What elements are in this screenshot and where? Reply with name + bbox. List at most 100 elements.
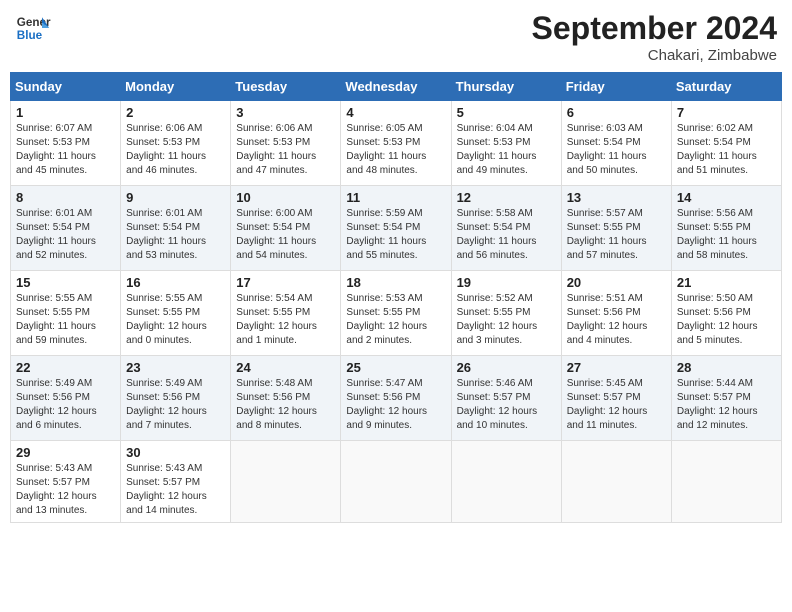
day-info: Sunrise: 5:55 AM Sunset: 5:55 PM Dayligh… bbox=[126, 292, 225, 348]
logo: General Blue bbox=[15, 10, 51, 46]
day-info: Sunrise: 6:03 AM Sunset: 5:54 PM Dayligh… bbox=[567, 122, 666, 178]
day-number: 22 bbox=[16, 360, 115, 375]
calendar-cell: 1Sunrise: 6:07 AM Sunset: 5:53 PM Daylig… bbox=[11, 101, 121, 186]
day-number: 17 bbox=[236, 275, 335, 290]
day-info: Sunrise: 5:58 AM Sunset: 5:54 PM Dayligh… bbox=[457, 207, 556, 263]
calendar-cell: 7 Sunrise: 6:02 AM Sunset: 5:54 PM Daylig… bbox=[671, 101, 781, 186]
weekday-header-thursday: Thursday bbox=[451, 73, 561, 101]
day-number: 14 bbox=[677, 190, 776, 205]
weekday-header-tuesday: Tuesday bbox=[231, 73, 341, 101]
day-number: 20 bbox=[567, 275, 666, 290]
weekday-header-saturday: Saturday bbox=[671, 73, 781, 101]
day-number: 24 bbox=[236, 360, 335, 375]
day-number: 3 bbox=[236, 105, 335, 120]
calendar-cell bbox=[341, 441, 451, 523]
calendar-cell: 13Sunrise: 5:57 AM Sunset: 5:55 PM Dayli… bbox=[561, 186, 671, 271]
day-number: 25 bbox=[346, 360, 445, 375]
weekday-header-sunday: Sunday bbox=[11, 73, 121, 101]
calendar-cell bbox=[671, 441, 781, 523]
calendar-cell: 30Sunrise: 5:43 AM Sunset: 5:57 PM Dayli… bbox=[121, 441, 231, 523]
day-info: Sunrise: 5:56 AM Sunset: 5:55 PM Dayligh… bbox=[677, 207, 776, 263]
calendar-cell: 4 Sunrise: 6:05 AM Sunset: 5:53 PM Daylig… bbox=[341, 101, 451, 186]
day-number: 4 bbox=[346, 105, 445, 120]
calendar-cell bbox=[451, 441, 561, 523]
day-number: 15 bbox=[16, 275, 115, 290]
day-number: 27 bbox=[567, 360, 666, 375]
calendar-cell: 14 Sunrise: 5:56 AM Sunset: 5:55 PM Dayli… bbox=[671, 186, 781, 271]
day-info: Sunrise: 5:44 AM Sunset: 5:57 PM Dayligh… bbox=[677, 377, 776, 433]
day-number: 8 bbox=[16, 190, 115, 205]
weekday-header-wednesday: Wednesday bbox=[341, 73, 451, 101]
day-info: Sunrise: 6:04 AM Sunset: 5:53 PM Dayligh… bbox=[457, 122, 556, 178]
day-info: Sunrise: 6:06 AM Sunset: 5:53 PM Dayligh… bbox=[236, 122, 335, 178]
calendar-cell: 20Sunrise: 5:51 AM Sunset: 5:56 PM Dayli… bbox=[561, 271, 671, 356]
calendar-cell: 11Sunrise: 5:59 AM Sunset: 5:54 PM Dayli… bbox=[341, 186, 451, 271]
calendar-week-2: 8 Sunrise: 6:01 AM Sunset: 5:54 PM Daylig… bbox=[11, 186, 782, 271]
day-info: Sunrise: 5:48 AM Sunset: 5:56 PM Dayligh… bbox=[236, 377, 335, 433]
day-info: Sunrise: 5:55 AM Sunset: 5:55 PM Dayligh… bbox=[16, 292, 115, 348]
weekday-header-monday: Monday bbox=[121, 73, 231, 101]
svg-text:Blue: Blue bbox=[17, 29, 43, 42]
day-number: 28 bbox=[677, 360, 776, 375]
day-number: 18 bbox=[346, 275, 445, 290]
calendar-cell: 22 Sunrise: 5:49 AM Sunset: 5:56 PM Dayli… bbox=[11, 356, 121, 441]
day-number: 7 bbox=[677, 105, 776, 120]
location-subtitle: Chakari, Zimbabwe bbox=[532, 47, 777, 64]
calendar-cell: 19 Sunrise: 5:52 AM Sunset: 5:55 PM Dayli… bbox=[451, 271, 561, 356]
day-info: Sunrise: 5:59 AM Sunset: 5:54 PM Dayligh… bbox=[346, 207, 445, 263]
day-info: Sunrise: 6:00 AM Sunset: 5:54 PM Dayligh… bbox=[236, 207, 335, 263]
day-number: 29 bbox=[16, 445, 115, 460]
day-info: Sunrise: 5:52 AM Sunset: 5:55 PM Dayligh… bbox=[457, 292, 556, 348]
calendar-week-1: 1Sunrise: 6:07 AM Sunset: 5:53 PM Daylig… bbox=[11, 101, 782, 186]
weekday-header-friday: Friday bbox=[561, 73, 671, 101]
calendar-cell bbox=[561, 441, 671, 523]
day-info: Sunrise: 6:02 AM Sunset: 5:54 PM Dayligh… bbox=[677, 122, 776, 178]
day-number: 10 bbox=[236, 190, 335, 205]
day-info: Sunrise: 5:47 AM Sunset: 5:56 PM Dayligh… bbox=[346, 377, 445, 433]
day-info: Sunrise: 5:43 AM Sunset: 5:57 PM Dayligh… bbox=[126, 462, 225, 518]
calendar-cell: 15 Sunrise: 5:55 AM Sunset: 5:55 PM Dayli… bbox=[11, 271, 121, 356]
logo-icon: General Blue bbox=[15, 10, 51, 46]
calendar-week-3: 15 Sunrise: 5:55 AM Sunset: 5:55 PM Dayli… bbox=[11, 271, 782, 356]
day-number: 6 bbox=[567, 105, 666, 120]
weekday-header-row: SundayMondayTuesdayWednesdayThursdayFrid… bbox=[11, 73, 782, 101]
calendar-cell: 10 Sunrise: 6:00 AM Sunset: 5:54 PM Dayli… bbox=[231, 186, 341, 271]
calendar-cell: 18Sunrise: 5:53 AM Sunset: 5:55 PM Dayli… bbox=[341, 271, 451, 356]
day-info: Sunrise: 5:54 AM Sunset: 5:55 PM Dayligh… bbox=[236, 292, 335, 348]
calendar-cell: 3 Sunrise: 6:06 AM Sunset: 5:53 PM Daylig… bbox=[231, 101, 341, 186]
day-number: 21 bbox=[677, 275, 776, 290]
calendar-cell: 26Sunrise: 5:46 AM Sunset: 5:57 PM Dayli… bbox=[451, 356, 561, 441]
calendar-cell: 8 Sunrise: 6:01 AM Sunset: 5:54 PM Daylig… bbox=[11, 186, 121, 271]
title-block: September 2024 Chakari, Zimbabwe bbox=[532, 10, 777, 64]
day-info: Sunrise: 5:43 AM Sunset: 5:57 PM Dayligh… bbox=[16, 462, 115, 518]
calendar-cell: 9 Sunrise: 6:01 AM Sunset: 5:54 PM Daylig… bbox=[121, 186, 231, 271]
day-number: 13 bbox=[567, 190, 666, 205]
day-number: 12 bbox=[457, 190, 556, 205]
calendar-cell: 17 Sunrise: 5:54 AM Sunset: 5:55 PM Dayli… bbox=[231, 271, 341, 356]
page-header: General Blue September 2024 Chakari, Zim… bbox=[10, 10, 782, 64]
calendar-cell: 23Sunrise: 5:49 AM Sunset: 5:56 PM Dayli… bbox=[121, 356, 231, 441]
month-title: September 2024 bbox=[532, 10, 777, 47]
day-info: Sunrise: 5:50 AM Sunset: 5:56 PM Dayligh… bbox=[677, 292, 776, 348]
day-number: 1 bbox=[16, 105, 115, 120]
day-number: 16 bbox=[126, 275, 225, 290]
calendar-cell: 28 Sunrise: 5:44 AM Sunset: 5:57 PM Dayli… bbox=[671, 356, 781, 441]
calendar-cell bbox=[231, 441, 341, 523]
day-info: Sunrise: 5:49 AM Sunset: 5:56 PM Dayligh… bbox=[16, 377, 115, 433]
calendar-cell: 12 Sunrise: 5:58 AM Sunset: 5:54 PM Dayli… bbox=[451, 186, 561, 271]
day-number: 26 bbox=[457, 360, 556, 375]
calendar-cell: 5 Sunrise: 6:04 AM Sunset: 5:53 PM Daylig… bbox=[451, 101, 561, 186]
calendar-cell: 2 Sunrise: 6:06 AM Sunset: 5:53 PM Daylig… bbox=[121, 101, 231, 186]
day-number: 9 bbox=[126, 190, 225, 205]
day-info: Sunrise: 6:06 AM Sunset: 5:53 PM Dayligh… bbox=[126, 122, 225, 178]
day-info: Sunrise: 6:01 AM Sunset: 5:54 PM Dayligh… bbox=[16, 207, 115, 263]
day-number: 5 bbox=[457, 105, 556, 120]
calendar-cell: 16 Sunrise: 5:55 AM Sunset: 5:55 PM Dayli… bbox=[121, 271, 231, 356]
calendar-week-5: 29 Sunrise: 5:43 AM Sunset: 5:57 PM Dayli… bbox=[11, 441, 782, 523]
day-info: Sunrise: 6:01 AM Sunset: 5:54 PM Dayligh… bbox=[126, 207, 225, 263]
day-number: 19 bbox=[457, 275, 556, 290]
day-info: Sunrise: 6:05 AM Sunset: 5:53 PM Dayligh… bbox=[346, 122, 445, 178]
calendar-cell: 25 Sunrise: 5:47 AM Sunset: 5:56 PM Dayli… bbox=[341, 356, 451, 441]
day-info: Sunrise: 5:45 AM Sunset: 5:57 PM Dayligh… bbox=[567, 377, 666, 433]
day-number: 2 bbox=[126, 105, 225, 120]
